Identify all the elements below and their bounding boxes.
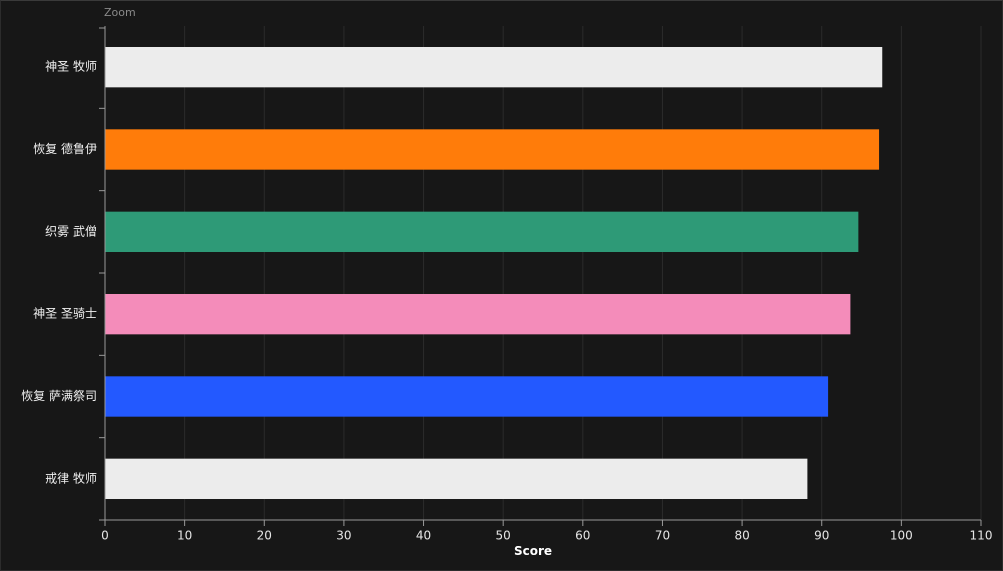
x-ticks: 0 10 20 30 40 50 60 70 80 90 100 110 bbox=[101, 520, 992, 543]
category-label: 神圣 圣骑士 bbox=[33, 307, 97, 321]
bar-chart: 0 10 20 30 40 50 60 70 80 90 100 110 神圣 牧师恢复 德鲁伊织雾 … bbox=[21, 26, 992, 558]
x-tick-label: 110 bbox=[970, 529, 993, 543]
bar[interactable] bbox=[105, 376, 829, 417]
bars bbox=[105, 46, 883, 500]
x-tick-label: 50 bbox=[496, 529, 511, 543]
category-label: 恢复 萨满祭司 bbox=[21, 389, 97, 403]
category-label: 恢复 德鲁伊 bbox=[33, 141, 97, 156]
y-ticks: 神圣 牧师恢复 德鲁伊织雾 武僧神圣 圣骑士恢复 萨满祭司戒律 牧师 bbox=[21, 27, 105, 521]
x-tick-label: 30 bbox=[336, 529, 351, 543]
bar[interactable] bbox=[105, 458, 808, 500]
category-label: 织雾 武僧 bbox=[45, 224, 97, 238]
category-label: 神圣 牧师 bbox=[45, 60, 97, 74]
x-axis-title: Score bbox=[514, 544, 552, 558]
grid bbox=[184, 26, 982, 520]
x-tick-label: 100 bbox=[890, 529, 913, 543]
x-tick-label: 90 bbox=[814, 529, 829, 543]
bar[interactable] bbox=[105, 46, 883, 88]
x-tick-label: 80 bbox=[734, 529, 749, 543]
axes bbox=[104, 26, 981, 521]
x-tick-label: 70 bbox=[655, 529, 670, 543]
x-tick-label: 20 bbox=[257, 529, 272, 543]
category-label: 戒律 牧师 bbox=[45, 471, 97, 485]
bar[interactable] bbox=[105, 129, 880, 170]
bar[interactable] bbox=[105, 211, 859, 253]
x-tick-label: 0 bbox=[101, 529, 109, 543]
bar[interactable] bbox=[105, 293, 851, 335]
x-tick-label: 10 bbox=[177, 529, 192, 543]
x-tick-label: 60 bbox=[575, 529, 590, 543]
x-tick-label: 40 bbox=[416, 529, 431, 543]
